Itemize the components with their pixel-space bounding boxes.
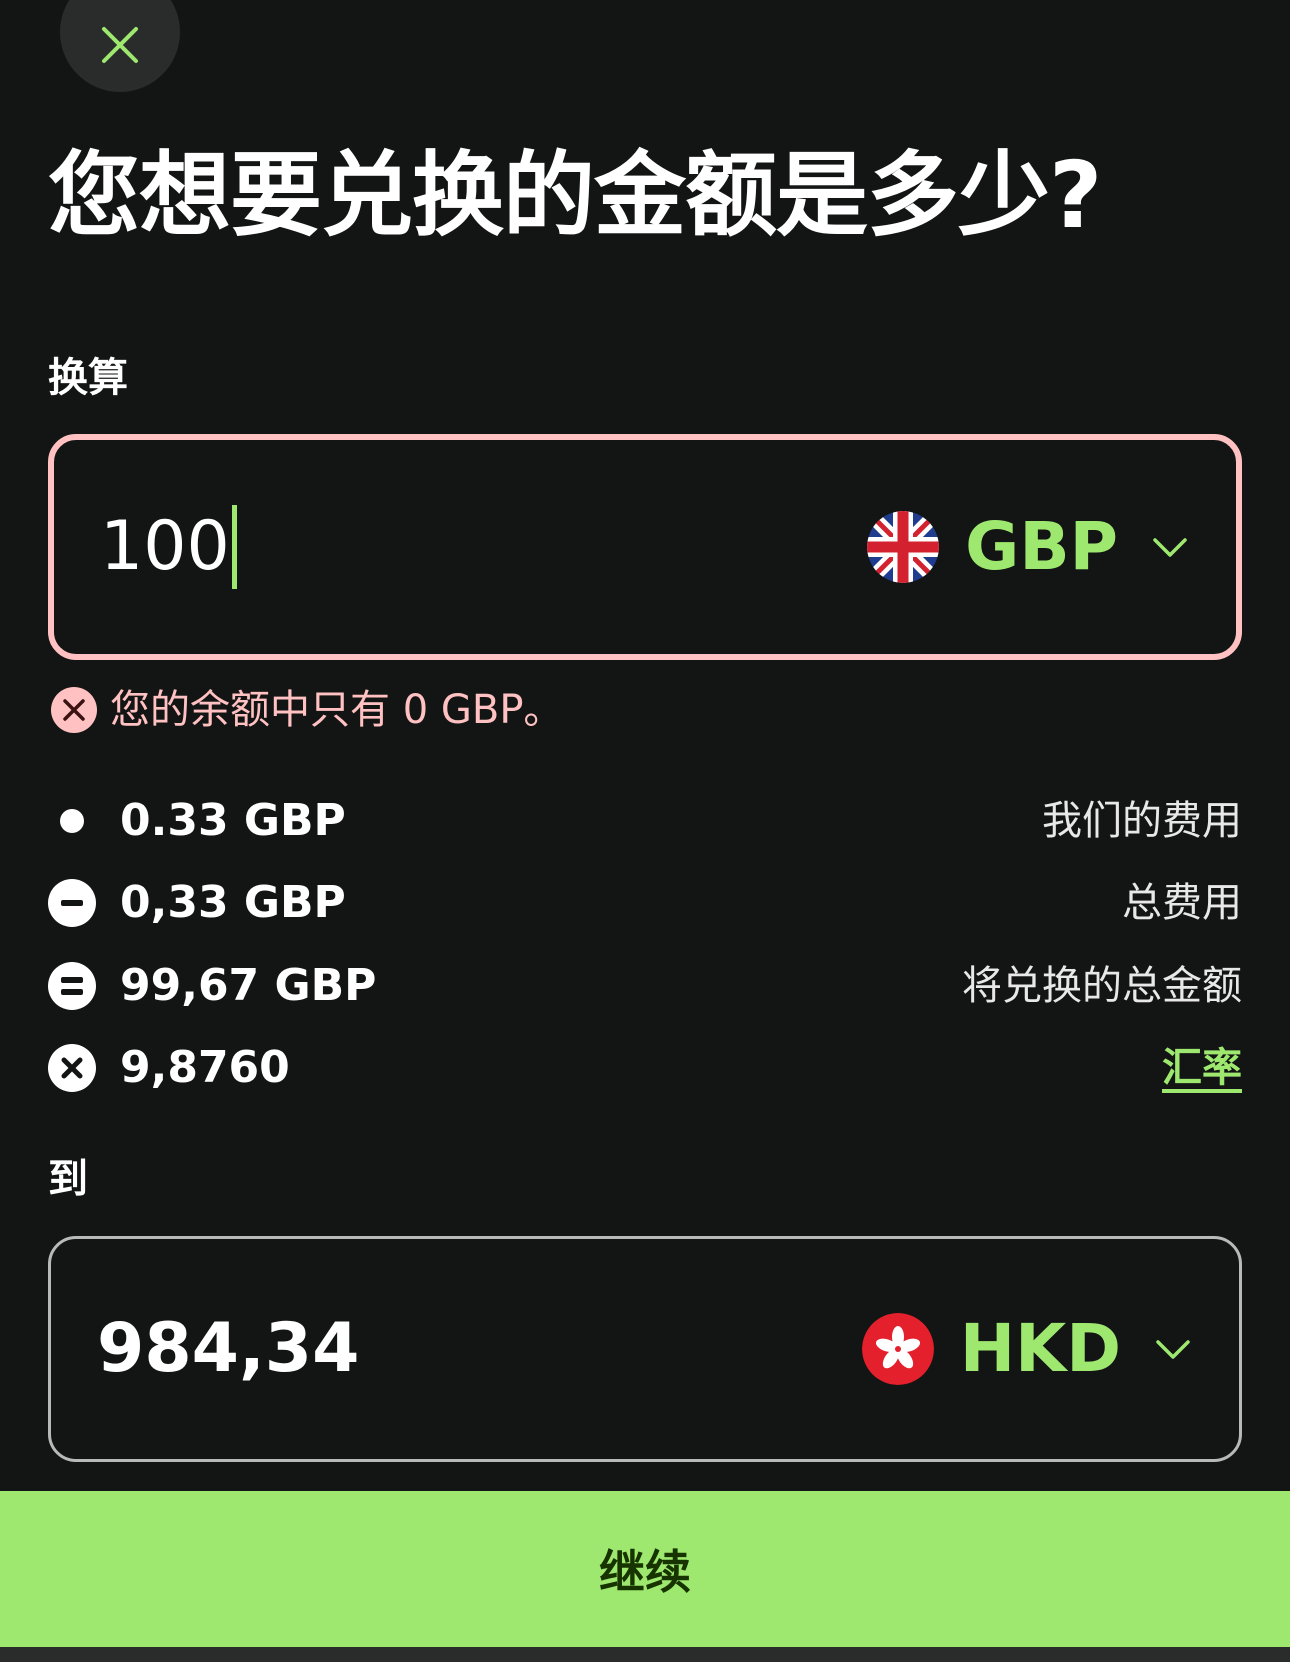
dot-icon: [48, 797, 96, 845]
close-icon: [102, 27, 138, 63]
continue-button-label: 继续: [599, 1545, 691, 1599]
fee-row-total-fee: 0,33 GBP 总费用: [48, 873, 1242, 933]
fee-row-exchange-rate: 9,8760 汇率: [48, 1038, 1242, 1098]
text-cursor: [231, 505, 237, 589]
balance-error-message: 您的余额中只有 0 GBP。: [50, 682, 563, 738]
to-amount-field[interactable]: 984,34 HKD: [48, 1236, 1242, 1462]
chevron-down-icon: [1153, 538, 1187, 557]
from-currency-code: GBP: [965, 508, 1118, 585]
error-text: 您的余额中只有 0 GBP。: [110, 687, 564, 733]
bottom-divider: [0, 1647, 1290, 1662]
currency-conversion-screen: 您想要兑换的金额是多少? 换算 100 GBP 您的余额中只有 0 GBP。 0…: [0, 0, 1290, 1662]
fee-row-amount-to-convert: 99,67 GBP 将兑换的总金额: [48, 956, 1242, 1016]
to-section-label: 到: [48, 1156, 88, 1202]
fee-row-our-fee: 0.33 GBP 我们的费用: [48, 791, 1242, 851]
minus-circle-icon: [48, 879, 96, 927]
to-amount-value[interactable]: 984,34: [97, 1309, 359, 1389]
from-section-label: 换算: [48, 355, 128, 401]
from-currency-selector[interactable]: GBP: [867, 507, 1190, 587]
close-button[interactable]: [60, 0, 180, 92]
from-amount-text: 100: [100, 507, 230, 586]
uk-flag-icon: [867, 511, 940, 583]
page-title: 您想要兑换的金额是多少?: [48, 142, 1102, 249]
equals-circle-icon: [48, 962, 96, 1010]
times-circle-icon: [48, 1044, 96, 1092]
fee-description: 我们的费用: [1042, 798, 1242, 844]
from-amount-value[interactable]: 100: [100, 505, 237, 589]
exchange-rate-link[interactable]: 汇率: [1162, 1038, 1242, 1098]
to-currency-selector[interactable]: HKD: [861, 1309, 1193, 1389]
continue-button[interactable]: 继续: [0, 1491, 1290, 1647]
fee-amount: 0.33 GBP: [120, 795, 346, 846]
fee-amount: 99,67 GBP: [120, 960, 377, 1011]
to-currency-code: HKD: [959, 1310, 1121, 1387]
error-circle-icon: [51, 687, 97, 733]
fee-description: 总费用: [1122, 880, 1242, 926]
fee-amount: 9,8760: [120, 1042, 290, 1093]
fee-amount: 0,33 GBP: [120, 877, 346, 928]
hk-flag-icon: [861, 1313, 934, 1385]
from-amount-field[interactable]: 100 GBP: [48, 434, 1242, 660]
chevron-down-icon: [1156, 1340, 1190, 1359]
fee-description: 将兑换的总金额: [962, 963, 1242, 1009]
